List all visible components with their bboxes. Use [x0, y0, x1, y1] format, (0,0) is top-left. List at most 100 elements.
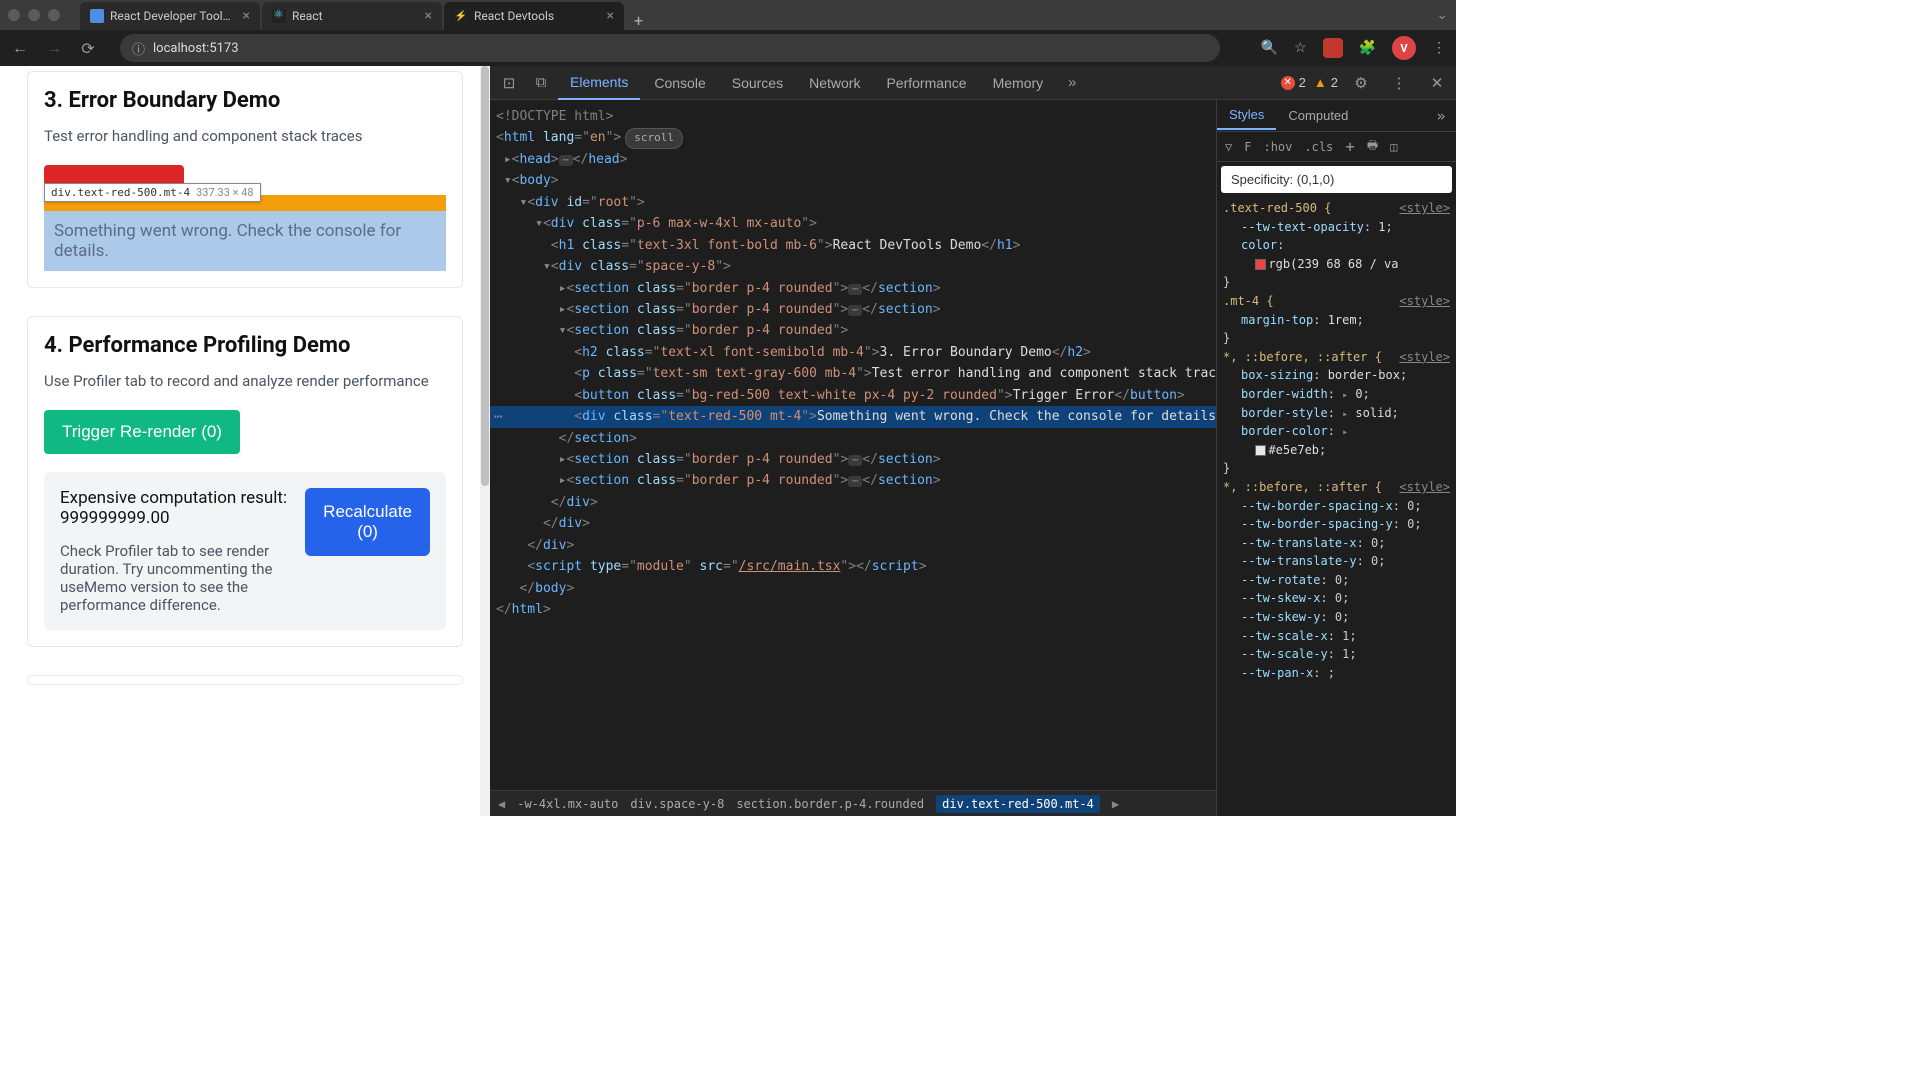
more-tabs-icon[interactable]: » — [1057, 68, 1087, 98]
rule-source-link[interactable]: <style> — [1399, 292, 1450, 311]
section-description: Use Profiler tab to record and analyze r… — [44, 372, 446, 390]
extension-icon[interactable] — [1323, 38, 1343, 58]
menu-icon[interactable]: ⋮ — [1432, 40, 1446, 56]
favicon-icon: ⚡ — [454, 9, 468, 23]
elements-tree[interactable]: <!DOCTYPE html> <html lang="en">scroll ▸… — [490, 100, 1216, 790]
browser-tab-3[interactable]: ⚡ React Devtools × — [444, 2, 624, 30]
close-window[interactable] — [8, 9, 20, 21]
dom-breadcrumb: ◀ -w-4xl.mx-auto div.space-y-8 section.b… — [490, 790, 1216, 816]
tab-title: React — [292, 9, 419, 23]
tab-elements[interactable]: Elements — [558, 66, 640, 100]
node-actions-icon[interactable]: ⋯ — [494, 406, 502, 429]
tab-styles[interactable]: Styles — [1217, 101, 1276, 130]
favicon-icon — [90, 9, 104, 23]
tab-performance[interactable]: Performance — [874, 67, 978, 99]
browser-tab-strip: React Developer Tools - Chr × React × ⚡ … — [0, 0, 1456, 30]
hov-toggle[interactable]: :hov — [1259, 138, 1296, 156]
rule-source-link[interactable]: <style> — [1399, 348, 1450, 367]
section-description: Test error handling and component stack … — [44, 127, 446, 145]
error-text: Something went wrong. Check the console … — [54, 221, 401, 261]
breadcrumb-item[interactable]: div.space-y-8 — [630, 797, 724, 811]
device-toggle-icon[interactable]: ⧉ — [526, 68, 556, 98]
devtools-tabbar: ⊡ ⧉ Elements Console Sources Network Per… — [490, 66, 1456, 100]
error-count[interactable]: ✕2 — [1281, 75, 1306, 90]
site-info-icon[interactable]: ⓘ — [132, 39, 145, 58]
tab-title: React Developer Tools - Chr — [110, 9, 237, 23]
tab-sources[interactable]: Sources — [720, 67, 795, 99]
specificity-tooltip: Specificity: (0,1,0) — [1221, 166, 1452, 193]
color-swatch[interactable] — [1255, 259, 1266, 270]
maximize-window[interactable] — [48, 9, 60, 21]
tab-close-icon[interactable]: × — [425, 8, 432, 24]
recalculate-button[interactable]: Recalculate (0) — [305, 488, 430, 556]
close-devtools-icon[interactable]: ✕ — [1422, 68, 1452, 98]
element-hover-tooltip: div.text-red-500.mt-4 337.33 × 48 — [44, 183, 261, 202]
inspect-icon[interactable]: ⊡ — [494, 68, 524, 98]
reload-button[interactable]: ⟳ — [78, 39, 98, 58]
tab-console[interactable]: Console — [642, 67, 717, 99]
css-selector[interactable]: *, ::before, ::after { — [1223, 478, 1382, 497]
breadcrumb-prev-icon[interactable]: ◀ — [498, 797, 505, 811]
minimize-window[interactable] — [28, 9, 40, 21]
css-selector[interactable]: .text-red-500 { — [1223, 199, 1331, 218]
browser-toolbar: ← → ⟳ ⓘ localhost:5173 🔍 ☆ 🧩 V ⋮ — [0, 30, 1456, 66]
profiler-hint: Check Profiler tab to see render duratio… — [60, 542, 293, 614]
trigger-rerender-button[interactable]: Trigger Re-render (0) — [44, 410, 240, 454]
settings-icon[interactable]: ⚙ — [1346, 68, 1376, 98]
new-tab-button[interactable]: + — [626, 11, 651, 30]
breadcrumb-item-active[interactable]: div.text-red-500.mt-4 — [936, 795, 1100, 813]
scroll-badge: scroll — [625, 128, 683, 148]
cls-toggle[interactable]: .cls — [1300, 138, 1337, 156]
computation-panel: Expensive computation result: 999999999.… — [44, 472, 446, 630]
filter-icon[interactable]: ▽ — [1221, 138, 1236, 156]
tab-close-icon[interactable]: × — [243, 8, 250, 24]
computed-toggle-icon[interactable]: ◫ — [1386, 138, 1401, 156]
section-title: 3. Error Boundary Demo — [44, 88, 446, 113]
css-rules-list: .text-red-500 {<style> --tw-text-opacity… — [1217, 197, 1456, 816]
browser-tab-2[interactable]: React × — [262, 2, 442, 30]
scrollbar-track — [480, 66, 490, 816]
kebab-menu-icon[interactable]: ⋮ — [1384, 68, 1414, 98]
css-selector[interactable]: .mt-4 { — [1223, 292, 1274, 311]
selected-dom-node[interactable]: ⋯ <div class="text-red-500 mt-4">Somethi… — [490, 406, 1216, 427]
rule-source-link[interactable]: <style> — [1399, 199, 1450, 218]
devtools-panel: ⊡ ⧉ Elements Console Sources Network Per… — [490, 66, 1456, 816]
rule-source-link[interactable]: <style> — [1399, 478, 1450, 497]
breadcrumb-next-icon[interactable]: ▶ — [1112, 797, 1119, 811]
tooltip-selector: div.text-red-500.mt-4 — [51, 186, 190, 199]
breadcrumb-item[interactable]: section.border.p-4.rounded — [736, 797, 924, 811]
more-tabs-icon[interactable]: » — [1426, 101, 1456, 131]
filter-input[interactable]: F — [1240, 138, 1255, 156]
next-card-peek — [27, 675, 463, 685]
back-button[interactable]: ← — [10, 38, 30, 58]
performance-card: 4. Performance Profiling Demo Use Profil… — [27, 316, 463, 647]
forward-button: → — [44, 38, 64, 58]
extensions-icon[interactable]: 🧩 — [1359, 40, 1376, 56]
tab-memory[interactable]: Memory — [981, 67, 1056, 99]
address-bar[interactable]: ⓘ localhost:5173 — [120, 34, 1220, 62]
error-message-highlighted: Something went wrong. Check the console … — [44, 211, 446, 271]
tooltip-dimensions: 337.33 × 48 — [196, 186, 254, 199]
doctype-node: <!DOCTYPE html> — [496, 109, 613, 124]
print-icon[interactable]: 🖶 — [1363, 134, 1382, 159]
computation-result: Expensive computation result: 999999999.… — [60, 488, 293, 528]
bookmark-icon[interactable]: ☆ — [1294, 40, 1307, 56]
new-rule-icon[interactable]: + — [1341, 135, 1359, 158]
chevron-down-icon[interactable]: ⌄ — [1436, 7, 1448, 23]
favicon-icon — [272, 9, 286, 23]
warning-count[interactable]: ▲2 — [1314, 75, 1338, 90]
zoom-icon[interactable]: 🔍 — [1261, 40, 1278, 56]
tab-computed[interactable]: Computed — [1276, 102, 1360, 129]
css-selector[interactable]: *, ::before, ::after { — [1223, 348, 1382, 367]
section-title: 4. Performance Profiling Demo — [44, 333, 446, 358]
styles-sidebar: Styles Computed » ▽ F :hov .cls + 🖶 ◫ Sp… — [1216, 100, 1456, 816]
breadcrumb-item[interactable]: -w-4xl.mx-auto — [517, 797, 618, 811]
tab-network[interactable]: Network — [797, 67, 872, 99]
profile-avatar[interactable]: V — [1392, 36, 1416, 60]
browser-tab-1[interactable]: React Developer Tools - Chr × — [80, 2, 260, 30]
tab-title: React Devtools — [474, 9, 601, 23]
tab-close-icon[interactable]: × — [607, 8, 614, 24]
url-text: localhost:5173 — [153, 41, 239, 56]
color-swatch[interactable] — [1255, 445, 1266, 456]
scrollbar-thumb[interactable] — [481, 66, 489, 486]
